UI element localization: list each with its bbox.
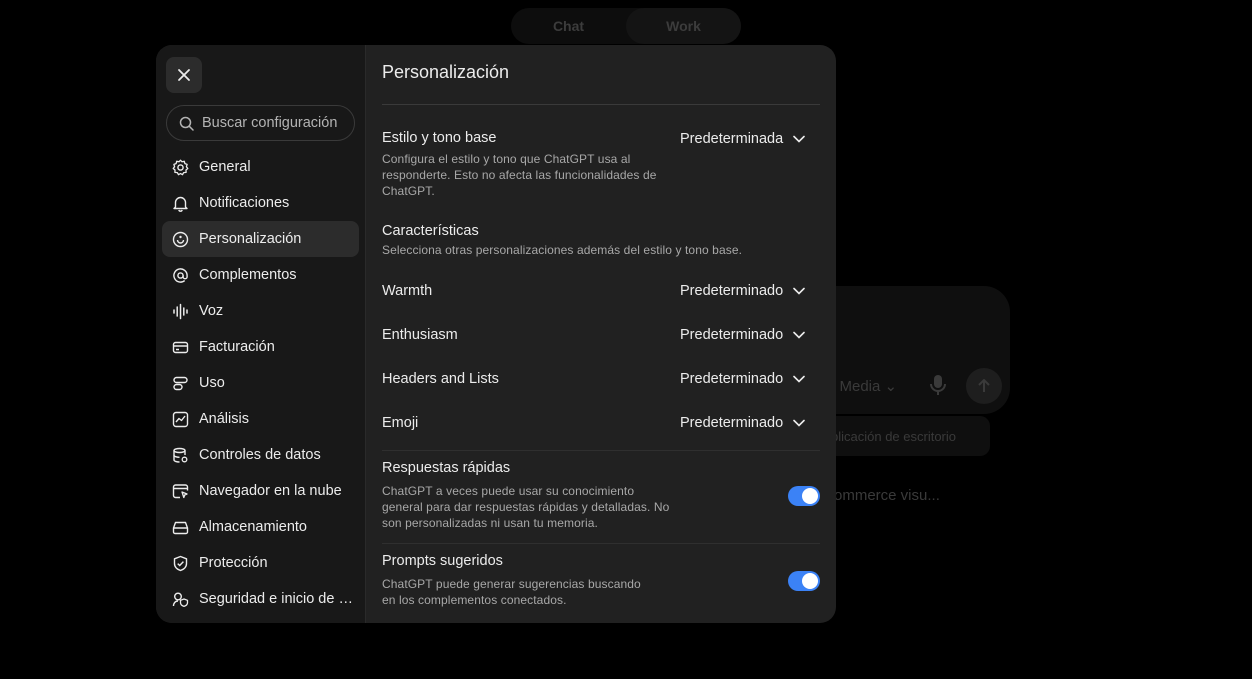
settings-nav: General Notificaciones Personalización C… bbox=[162, 149, 359, 617]
sidebar-item-analytics[interactable]: Análisis bbox=[162, 401, 359, 437]
trait-warmth-value: Predeterminado bbox=[680, 283, 784, 299]
toggle-knob bbox=[802, 488, 818, 504]
quick-answers-section: Respuestas rápidas ChatGPT a veces puede… bbox=[382, 460, 820, 531]
credit-card-icon bbox=[172, 339, 189, 356]
trait-emoji-dropdown[interactable]: Predeterminado bbox=[680, 415, 805, 431]
shield-icon bbox=[172, 555, 189, 572]
microphone-icon[interactable] bbox=[930, 374, 950, 396]
database-icon bbox=[172, 447, 189, 464]
characteristics-section: Características Selecciona otras persona… bbox=[382, 223, 820, 258]
search-input[interactable] bbox=[202, 115, 352, 131]
close-icon bbox=[178, 69, 190, 81]
characteristics-desc: Selecciona otras personalizaciones ademá… bbox=[382, 243, 743, 257]
sidebar-item-voice[interactable]: Voz bbox=[162, 293, 359, 329]
mode-toggle[interactable]: Chat Work bbox=[511, 8, 741, 44]
chevron-down-icon bbox=[793, 419, 805, 427]
sidebar-item-data-controls[interactable]: Controles de datos bbox=[162, 437, 359, 473]
sidebar-item-label: Navegador en la nube bbox=[199, 483, 342, 499]
sidebar-item-storage[interactable]: Almacenamiento bbox=[162, 509, 359, 545]
sidebar-item-protection[interactable]: Protección bbox=[162, 545, 359, 581]
composer-model-selector[interactable]: l Media ⌄ bbox=[832, 377, 897, 395]
suggested-prompts-toggle[interactable] bbox=[788, 571, 820, 591]
page-title: Personalización bbox=[382, 62, 510, 82]
sidebar-item-personalization[interactable]: Personalización bbox=[162, 221, 359, 257]
close-button[interactable] bbox=[166, 57, 202, 93]
sidebar-item-notifications[interactable]: Notificaciones bbox=[162, 185, 359, 221]
cloud-browser-icon bbox=[172, 483, 189, 500]
sidebar-item-label: Controles de datos bbox=[199, 447, 321, 463]
quick-answers-title: Respuestas rápidas bbox=[382, 460, 511, 476]
sidebar-item-label: Protección bbox=[199, 555, 268, 571]
trait-headers-dropdown[interactable]: Predeterminado bbox=[680, 371, 805, 387]
trait-enthusiasm-value: Predeterminado bbox=[680, 327, 784, 343]
sidebar-item-label: Análisis bbox=[199, 411, 249, 427]
quick-answers-toggle[interactable] bbox=[788, 486, 820, 506]
at-icon bbox=[172, 267, 189, 284]
settings-sidebar: General Notificaciones Personalización C… bbox=[156, 45, 366, 623]
chevron-down-icon bbox=[793, 331, 805, 339]
settings-modal: General Notificaciones Personalización C… bbox=[156, 45, 836, 623]
base-style-value: Predeterminada bbox=[680, 131, 784, 147]
chevron-down-icon bbox=[793, 375, 805, 383]
sidebar-item-label: Notificaciones bbox=[199, 195, 290, 211]
search-icon bbox=[179, 116, 194, 131]
mode-chat[interactable]: Chat bbox=[511, 8, 626, 44]
characteristics-title: Características bbox=[382, 223, 479, 239]
sidebar-item-cloud-browser[interactable]: Navegador en la nube bbox=[162, 473, 359, 509]
section-divider bbox=[382, 450, 820, 451]
trait-headers-value: Predeterminado bbox=[680, 371, 784, 387]
trait-warmth-dropdown[interactable]: Predeterminado bbox=[680, 283, 805, 299]
send-button[interactable] bbox=[966, 368, 1002, 404]
trait-enthusiasm-dropdown[interactable]: Predeterminado bbox=[680, 327, 805, 343]
quick-answers-desc: ChatGPT a veces puede usar su conocimien… bbox=[382, 484, 670, 530]
chart-icon bbox=[172, 411, 189, 428]
toggle-knob bbox=[802, 573, 818, 589]
settings-content: Personalización Estilo y tono base Confi… bbox=[366, 45, 836, 623]
sidebar-item-general[interactable]: General bbox=[162, 149, 359, 185]
usage-icon bbox=[172, 375, 189, 392]
sidebar-item-label: Seguridad e inicio de sesión bbox=[199, 591, 354, 607]
suggested-prompts-title: Prompts sugeridos bbox=[382, 553, 503, 569]
base-style-desc: Configura el estilo y tono que ChatGPT u… bbox=[382, 152, 657, 198]
mode-work[interactable]: Work bbox=[626, 8, 741, 44]
sidebar-item-label: Complementos bbox=[199, 267, 297, 283]
waveform-icon bbox=[172, 303, 189, 320]
suggested-prompts-desc: ChatGPT puede generar sugerencias buscan… bbox=[382, 577, 641, 607]
background-suggestion[interactable]: ommerce visu... bbox=[834, 487, 940, 504]
storage-icon bbox=[172, 519, 189, 536]
chevron-down-icon bbox=[793, 135, 805, 143]
section-divider bbox=[382, 543, 820, 544]
sidebar-item-label: General bbox=[199, 159, 251, 175]
sidebar-item-plugins[interactable]: Complementos bbox=[162, 257, 359, 293]
sidebar-item-label: Voz bbox=[199, 303, 224, 319]
base-style-dropdown[interactable]: Predeterminada bbox=[680, 131, 805, 147]
sidebar-item-label: Almacenamiento bbox=[199, 519, 307, 535]
gear-icon bbox=[172, 159, 189, 176]
personalization-icon bbox=[172, 231, 189, 248]
sidebar-item-label: Uso bbox=[199, 375, 225, 391]
chevron-down-icon bbox=[793, 287, 805, 295]
title-divider bbox=[382, 104, 820, 105]
security-icon bbox=[172, 591, 189, 608]
search-box[interactable] bbox=[166, 105, 355, 141]
suggested-prompts-section: Prompts sugeridos ChatGPT puede generar … bbox=[382, 553, 820, 608]
sidebar-item-security[interactable]: Seguridad e inicio de sesión bbox=[162, 581, 359, 617]
bell-icon bbox=[172, 195, 189, 212]
sidebar-item-usage[interactable]: Uso bbox=[162, 365, 359, 401]
sidebar-item-billing[interactable]: Facturación bbox=[162, 329, 359, 365]
sidebar-item-label: Facturación bbox=[199, 339, 275, 355]
sidebar-item-label: Personalización bbox=[199, 231, 302, 247]
trait-emoji-value: Predeterminado bbox=[680, 415, 784, 431]
